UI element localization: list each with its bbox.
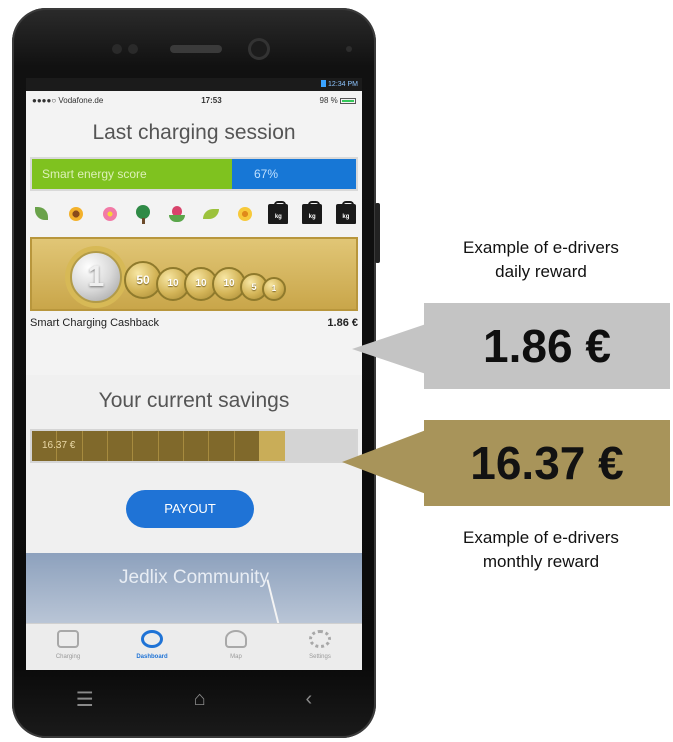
monthly-callout-pointer xyxy=(342,430,426,494)
monthly-reward-caption: Example of e-drivers monthly reward xyxy=(412,526,670,574)
caption-line: Example of e-drivers xyxy=(463,528,619,547)
caption-line: monthly reward xyxy=(482,552,600,571)
daily-reward-value: 1.86 € xyxy=(424,303,670,389)
monthly-reward-value: 16.37 € xyxy=(424,420,670,506)
daily-callout-pointer xyxy=(352,324,426,374)
